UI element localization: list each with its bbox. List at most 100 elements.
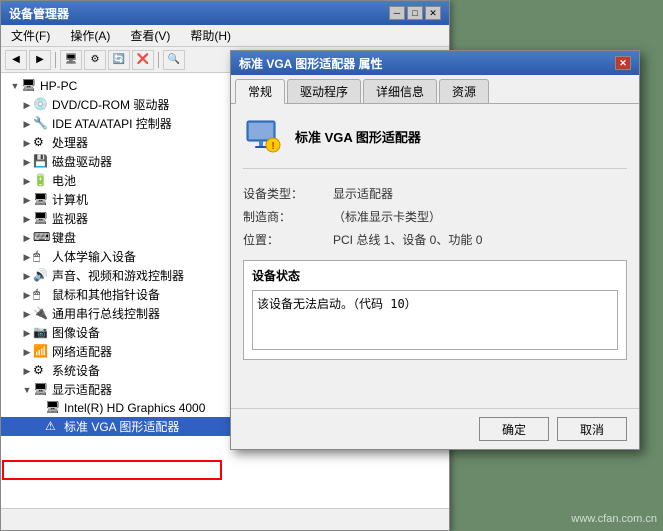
node-icon: 🔋 [33,173,49,189]
node-icon: 📶 [33,344,49,360]
toolbar-btn5[interactable]: 🔍 [163,50,185,70]
maximize-button[interactable]: □ [407,6,423,20]
expand-icon[interactable]: ▶ [21,232,33,244]
menu-view[interactable]: 查看(V) [124,25,176,46]
status-textarea [252,290,618,350]
tab-general[interactable]: 常规 [235,79,285,104]
toolbar-separator [55,52,56,68]
dialog-close-button[interactable]: ✕ [615,56,631,70]
node-icon: 🖥 [45,400,61,416]
dialog-title: 标准 VGA 图形适配器 属性 [239,55,383,72]
tab-driver[interactable]: 驱动程序 [287,79,361,103]
ok-button[interactable]: 确定 [479,417,549,441]
prop-key-mfr: 制造商： [243,208,333,225]
toolbar-separator2 [158,52,159,68]
close-button[interactable]: ✕ [425,6,441,20]
node-label: 网络适配器 [52,343,112,360]
node-label: 声音、视频和游戏控制器 [52,267,184,284]
expand-icon[interactable]: ▶ [21,365,33,377]
prop-value-location: PCI 总线 1、设备 0、功能 0 [333,231,482,248]
expand-icon[interactable]: ▶ [21,251,33,263]
menubar: 文件(F) 操作(A) 查看(V) 帮助(H) [1,25,449,47]
expand-icon[interactable]: ▼ [9,80,21,92]
node-icon: ⌨ [33,230,49,246]
node-icon: 🖥 [21,78,37,94]
window-titlebar: 设备管理器 ─ □ ✕ [1,1,449,25]
node-label: 处理器 [52,134,88,151]
device-name: 标准 VGA 图形适配器 [295,127,421,146]
node-label: 电池 [52,172,76,189]
menu-file[interactable]: 文件(F) [5,25,56,46]
node-icon-warning: ⚠ [45,419,61,435]
prop-value-mfr: （标准显示卡类型） [333,208,441,225]
node-label: Intel(R) HD Graphics 4000 [64,401,205,415]
toolbar-btn2[interactable]: ⚙ [84,50,106,70]
expand-icon[interactable]: ▶ [21,346,33,358]
node-label: IDE ATA/ATAPI 控制器 [52,115,172,132]
expand-icon[interactable]: ▶ [21,156,33,168]
titlebar-buttons: ─ □ ✕ [389,6,441,20]
node-icon: ⚙ [33,363,49,379]
tab-details[interactable]: 详细信息 [363,79,437,103]
toolbar-btn4[interactable]: ❌ [132,50,154,70]
node-icon: 🖱 [33,287,49,303]
menu-action[interactable]: 操作(A) [64,25,116,46]
window-title: 设备管理器 [9,5,69,22]
node-icon: 📷 [33,325,49,341]
cancel-button[interactable]: 取消 [557,417,627,441]
svg-text:!: ! [271,141,274,152]
menu-help[interactable]: 帮助(H) [184,25,237,46]
node-label: 通用串行总线控制器 [52,305,160,322]
status-area [252,290,618,353]
node-icon: 🖥 [33,382,49,398]
expand-icon[interactable]: ▶ [21,194,33,206]
minimize-button[interactable]: ─ [389,6,405,20]
node-label-vga: 标准 VGA 图形适配器 [64,418,179,435]
node-icon: 🖥 [33,192,49,208]
expand-icon[interactable]: ▶ [21,213,33,225]
node-label: HP-PC [40,79,77,93]
dialog-footer: 确定 取消 [231,408,639,449]
status-section: 设备状态 [243,260,627,360]
expand-icon[interactable]: ▶ [21,137,33,149]
properties-table: 设备类型： 显示适配器 制造商： （标准显示卡类型） 位置： PCI 总线 1、… [243,185,627,248]
expand-icon[interactable]: ▶ [21,327,33,339]
expand-icon[interactable]: ▼ [21,384,33,396]
expand-icon[interactable]: ▶ [21,175,33,187]
node-icon: 💾 [33,154,49,170]
prop-key-type: 设备类型： [243,185,333,202]
node-label: 键盘 [52,229,76,246]
node-label: 人体学输入设备 [52,248,136,265]
info-row-type: 设备类型： 显示适配器 [243,185,627,202]
prop-key-location: 位置： [243,231,333,248]
node-icon: 🖱 [33,249,49,265]
status-title: 设备状态 [252,267,618,284]
expand-icon[interactable]: ▶ [21,270,33,282]
node-icon: 🔌 [33,306,49,322]
node-label: 鼠标和其他指针设备 [52,286,160,303]
expand-icon-spacer [33,402,45,414]
device-header: ! 标准 VGA 图形适配器 [243,116,627,169]
expand-icon[interactable]: ▶ [21,308,33,320]
prop-value-type: 显示适配器 [333,185,393,202]
device-icon: ! [243,116,283,156]
node-label: 显示适配器 [52,381,112,398]
toolbar-btn1[interactable]: 🖥 [60,50,82,70]
back-button[interactable]: ◀ [5,50,27,70]
forward-button[interactable]: ▶ [29,50,51,70]
expand-icon[interactable]: ▶ [21,118,33,130]
node-label: 计算机 [52,191,88,208]
node-icon: 💿 [33,97,49,113]
tab-resources[interactable]: 资源 [439,79,489,103]
tabs-bar: 常规 驱动程序 详细信息 资源 [231,75,639,104]
expand-icon[interactable]: ▶ [21,99,33,111]
dialog-content: ! 标准 VGA 图形适配器 设备类型： 显示适配器 制造商： （标准显示卡类型… [231,104,639,408]
expand-icon[interactable]: ▶ [21,289,33,301]
info-row-mfr: 制造商： （标准显示卡类型） [243,208,627,225]
node-label: 系统设备 [52,362,100,379]
node-label: 磁盘驱动器 [52,153,112,170]
dialog-titlebar: 标准 VGA 图形适配器 属性 ✕ [231,51,639,75]
node-label: 监视器 [52,210,88,227]
toolbar-btn3[interactable]: 🔄 [108,50,130,70]
node-label: 图像设备 [52,324,100,341]
